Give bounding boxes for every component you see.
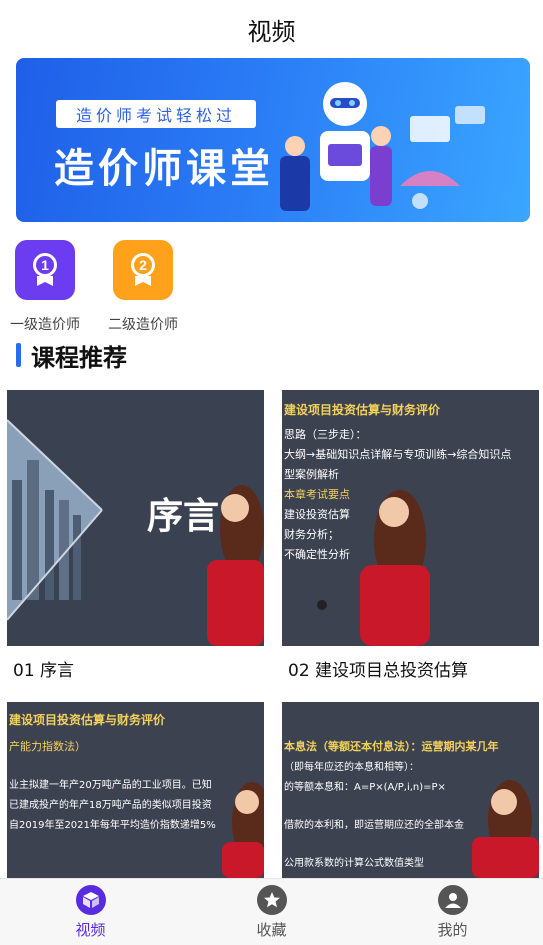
course-card[interactable]: 序言 01 序言 [7, 390, 264, 681]
medal-1-icon: 1 [15, 240, 75, 300]
section-title: 课程推荐 [31, 343, 127, 372]
thumbnail-heading: 建设项目投资估算与财务评价 [283, 402, 441, 417]
medal-2-number: 2 [139, 257, 147, 273]
thumbnail-line: 借款的本利和，即运营期应还的全部本金 [284, 818, 464, 831]
course-title: 02 建设项目总投资估算 [288, 661, 469, 681]
tab-label: 我的 [437, 920, 468, 939]
thumbnail-heading: 建设项目投资估算与财务评价 [8, 712, 166, 727]
star-icon [256, 884, 287, 915]
category-level-1[interactable]: 1 一级造价师 [0, 240, 90, 334]
course-thumbnail: 本息法（等额还本付息法）：运营期内某几年 （即每年应还的本息和相等）： 的等额本… [282, 702, 539, 878]
user-icon [437, 884, 468, 915]
thumbnail-line: （即每年应还的本息和相等）： [284, 760, 419, 773]
thumbnail-title: 序言 [147, 496, 219, 537]
category-label-level-2: 二级造价师 [108, 317, 178, 333]
thumbnail-line: 的等额本息和：A=P×(A/P,i,n)=P× [284, 780, 446, 793]
cube-icon [75, 884, 106, 915]
thumbnail-heading: 本息法（等额还本付息法）：运营期内某几年 [284, 739, 499, 753]
tab-label: 收藏 [256, 920, 287, 939]
thumbnail-line: 不确定性分析 [284, 547, 350, 561]
thumbnail-line: 产能力指数法） [9, 739, 86, 753]
banner-title: 造价师课堂 [54, 146, 274, 192]
banner-label: 造价师考试轻松过 [56, 100, 256, 128]
lecture-slide-thumbnail-icon: 建设项目投资估算与财务评价 思路（三步走）： 大纲→基础知识点详解与专项训练→综… [283, 402, 511, 646]
tab-favorites[interactable]: 收藏 [181, 879, 362, 945]
thumbnail-line: 财务分析； [284, 527, 339, 541]
category-row: 1 一级造价师 2 二级造价师 [0, 240, 543, 334]
lecture-slide-thumbnail-icon: 建设项目投资估算与财务评价 产能力指数法） 业主拟建一年产20万吨产品的工业项目… [8, 712, 264, 878]
thumbnail-line: 自2019年至2021年每年平均造价指数递增5% [9, 818, 216, 831]
thumbnail-line: 建设投资估算 [284, 507, 350, 521]
bottom-tab-bar: 视频 收藏 我的 [0, 878, 543, 945]
medal-2-icon: 2 [113, 240, 173, 300]
course-card[interactable]: 建设项目投资估算与财务评价 思路（三步走）： 大纲→基础知识点详解与专项训练→综… [282, 390, 539, 681]
thumbnail-line: 已建成投产的年产18万吨产品的类似项目投资 [9, 798, 212, 811]
page-title: 视频 [247, 17, 296, 46]
promo-banner[interactable]: 造价师考试轻松过 造价师课堂 [16, 58, 530, 222]
tab-label: 视频 [75, 920, 106, 939]
city-intro-thumbnail-icon: 序言 [7, 419, 264, 646]
thumbnail-line: 大纲→基础知识点详解与专项训练→综合知识点 [284, 447, 511, 461]
category-label-level-1: 一级造价师 [10, 317, 80, 333]
medal-1-number: 1 [41, 257, 49, 273]
thumbnail-line: 型案例解析 [284, 467, 339, 481]
robot-illustration-icon [280, 82, 485, 211]
category-level-2[interactable]: 2 二级造价师 [98, 240, 188, 334]
thumbnail-line: 思路（三步走）： [284, 428, 367, 441]
thumbnail-line: 公用款系数的计算公式数值类型 [284, 856, 424, 869]
tab-video[interactable]: 视频 [0, 879, 181, 945]
course-thumbnail: 序言 [7, 390, 264, 646]
course-thumbnail: 建设项目投资估算与财务评价 产能力指数法） 业主拟建一年产20万吨产品的工业项目… [7, 702, 264, 878]
course-thumbnail: 建设项目投资估算与财务评价 思路（三步走）： 大纲→基础知识点详解与专项训练→综… [282, 390, 539, 646]
section-accent-bar [16, 343, 21, 367]
course-card[interactable]: 本息法（等额还本付息法）：运营期内某几年 （即每年应还的本息和相等）： 的等额本… [282, 702, 539, 878]
thumbnail-line: 业主拟建一年产20万吨产品的工业项目。已知 [9, 778, 212, 791]
course-title: 01 序言 [13, 661, 75, 681]
course-card[interactable]: 建设项目投资估算与财务评价 产能力指数法） 业主拟建一年产20万吨产品的工业项目… [7, 702, 264, 878]
tab-profile[interactable]: 我的 [362, 879, 543, 945]
lecture-slide-thumbnail-icon: 本息法（等额还本付息法）：运营期内某几年 （即每年应还的本息和相等）： 的等额本… [284, 739, 539, 878]
thumbnail-line: 本章考试要点 [284, 487, 350, 501]
section-header: 课程推荐 [16, 338, 127, 372]
